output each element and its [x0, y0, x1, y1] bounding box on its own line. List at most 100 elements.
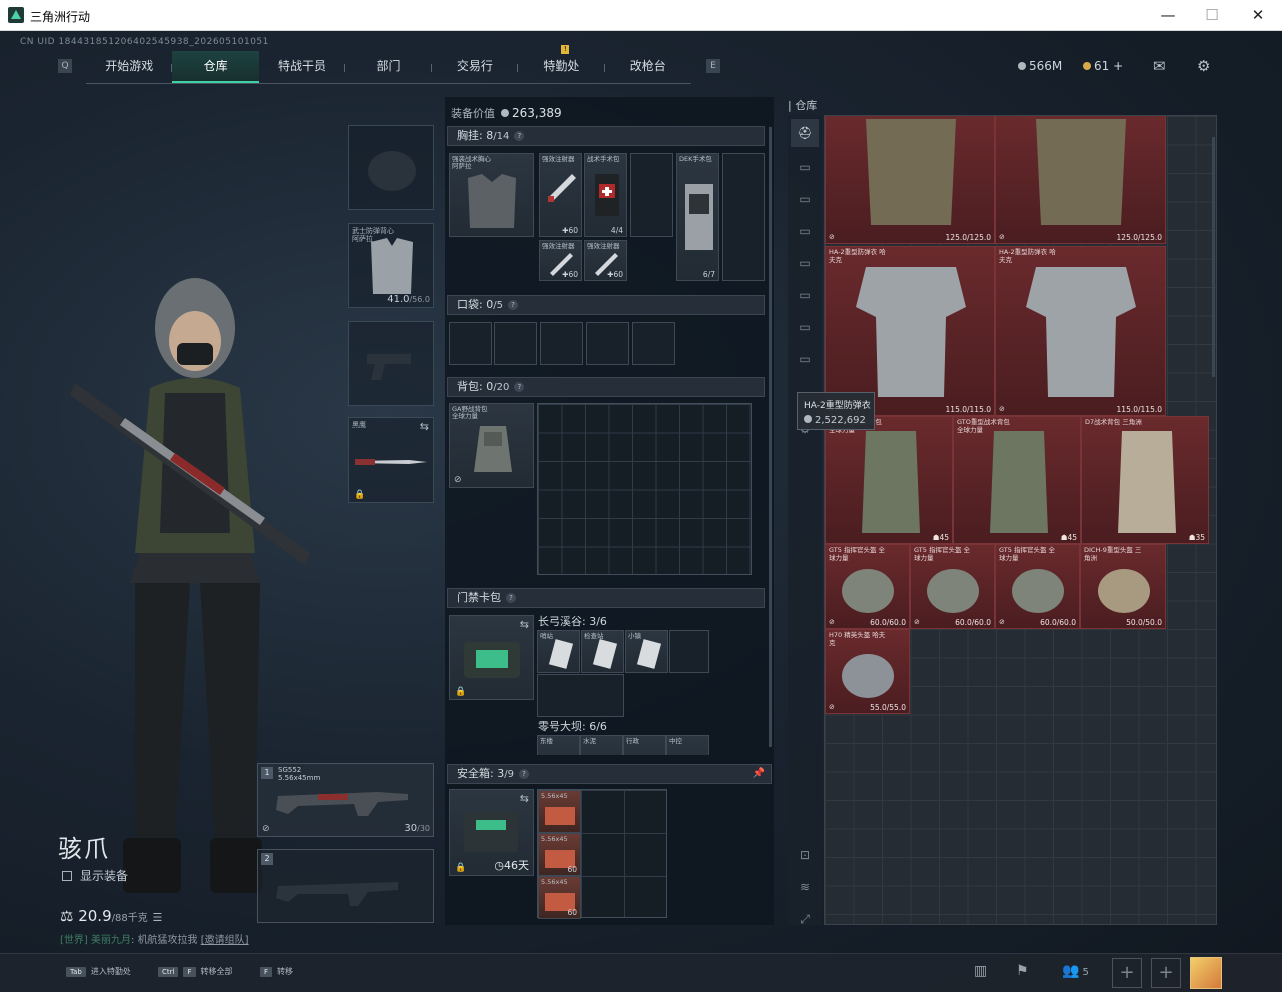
keycard-item[interactable]: 行政	[623, 735, 666, 755]
tab-gunsmith[interactable]: 改枪台	[605, 51, 691, 83]
tab-market[interactable]: 交易行	[432, 51, 519, 83]
keycard-item[interactable]: 中控	[666, 735, 709, 755]
pistol-slot[interactable]	[348, 321, 434, 406]
topup-icon[interactable]: +	[1113, 59, 1123, 73]
add-teammate-button[interactable]: +	[1112, 958, 1142, 988]
hint-transfer[interactable]: F 转移	[260, 966, 293, 977]
tab-category-3[interactable]: ▭	[791, 217, 819, 245]
chest-empty-slot[interactable]	[722, 153, 765, 281]
keycard-item[interactable]: 东楼	[537, 735, 580, 755]
pocket-slot[interactable]	[586, 322, 629, 365]
minimize-button[interactable]: —	[1148, 4, 1188, 26]
checkbox-icon[interactable]	[62, 871, 72, 881]
hint-transfer-all[interactable]: Ctrl F 转移全部	[158, 966, 233, 977]
pocket-slot[interactable]	[632, 322, 675, 365]
ammo-item[interactable]: 5.56x45 60	[538, 876, 581, 919]
gold-currency[interactable]: 61 +	[1083, 59, 1123, 73]
secondary-weapon-slot[interactable]: 2	[257, 849, 434, 923]
warehouse-item[interactable]: DICH-9重型头盔 三角洲 50.0/50.0	[1080, 544, 1166, 629]
tab-all-items[interactable]: ⛑	[791, 119, 819, 147]
warehouse-item[interactable]: GT5 指挥官头盔 全球力量 60.0/60.0 ⊘	[995, 544, 1080, 629]
hint-enter-special-ops[interactable]: Tab 进入特勤处	[66, 966, 131, 977]
keycard-empty-slot[interactable]	[537, 674, 624, 717]
tab-department[interactable]: 部门	[345, 51, 432, 83]
help-icon[interactable]: ?	[514, 382, 525, 392]
chest-rig-item[interactable]: 强袭战术胸心 阿萨拉	[449, 153, 534, 237]
warehouse-item[interactable]: GT5 指挥官头盔 全球力量 60.0/60.0 ⊘	[910, 544, 995, 629]
injector-item-2[interactable]: 强效注射器 ✚60	[539, 240, 582, 281]
mail-icon[interactable]: ✉	[1153, 57, 1166, 75]
swap-icon[interactable]: ⇆	[520, 618, 529, 631]
maximize-button[interactable]: ☐	[1192, 4, 1232, 26]
warehouse-item[interactable]: GTO重型战术背包 全球力量☗45	[953, 416, 1081, 544]
loadout-scrollbar[interactable]	[769, 127, 772, 747]
tab-start-game[interactable]: 开始游戏	[86, 51, 173, 83]
backpack-grid[interactable]	[537, 403, 752, 575]
warehouse-item[interactable]: 125.0/125.0 ⊘	[995, 116, 1166, 244]
keycard-item[interactable]: 小镇	[625, 630, 668, 673]
tab-category-7[interactable]: ▭	[791, 345, 819, 373]
injector-item-1[interactable]: 强效注射器 ✚60	[539, 153, 582, 237]
keycard-item[interactable]: 水泥	[580, 735, 623, 755]
pocket-slot[interactable]	[494, 322, 537, 365]
tab-warehouse[interactable]: 仓库	[172, 51, 259, 83]
warehouse-item[interactable]: 125.0/125.0 ⊘	[825, 116, 995, 244]
add-teammate-button[interactable]: +	[1151, 958, 1181, 988]
safebox-item[interactable]: ⇆ 🔒 ◷46天	[449, 789, 534, 876]
pocket-slot[interactable]	[449, 322, 492, 365]
tab-category-1[interactable]: ▭	[791, 153, 819, 181]
warehouse-item[interactable]: D7战术背包 三角洲 ☗35	[1081, 416, 1209, 544]
tab-operators[interactable]: 特战干员	[259, 51, 346, 83]
stats-icon[interactable]: ▥	[974, 963, 987, 979]
help-icon[interactable]: ?	[518, 769, 529, 779]
settings-icon[interactable]: ⚙	[1197, 57, 1210, 75]
swap-icon[interactable]: ⇆	[520, 792, 529, 805]
nav-next-key[interactable]: E	[706, 59, 720, 73]
melee-slot[interactable]: 黑鹰 ⇆ 🔒	[348, 417, 434, 503]
help-icon[interactable]: ?	[506, 593, 516, 603]
warehouse-item[interactable]: HA-2重型防弹衣 哈夫克115.0/115.0⊘	[995, 246, 1166, 416]
pin-icon[interactable]: 📌	[753, 765, 765, 783]
helmet-slot[interactable]	[348, 125, 434, 210]
flag-icon[interactable]: ⚑	[1016, 963, 1029, 979]
chat-invite-link[interactable]: [邀请组队]	[201, 935, 249, 946]
nav-prev-key[interactable]: Q	[58, 59, 72, 73]
keycard-item[interactable]: 检查站	[581, 630, 624, 673]
tab-category-4[interactable]: ▭	[791, 249, 819, 277]
warehouse-sort[interactable]: ⊡	[791, 841, 819, 869]
chest-empty-slot[interactable]	[630, 153, 673, 237]
warehouse-item[interactable]: H70 精英头盔 哈夫克 55.0/55.0 ⊘	[825, 629, 910, 714]
armor-slot[interactable]: 武士防弹背心 阿萨拉 41.0/56.0	[348, 223, 434, 308]
chat-user[interactable]: 美丽九月	[91, 935, 131, 946]
medkit-item[interactable]: 战术手术包 4/4	[584, 153, 627, 237]
injector-item-3[interactable]: 强效注射器 ✚60	[584, 240, 627, 281]
list-icon[interactable]: ☰	[153, 911, 163, 924]
show-equipment-toggle[interactable]: 显示装备	[62, 867, 128, 884]
tab-special-ops[interactable]: ! 特勤处	[518, 45, 605, 83]
backpack-item[interactable]: GA野战背包 全球力量 ⊘	[449, 403, 534, 488]
warehouse-stack[interactable]: ≋	[791, 873, 819, 901]
pocket-slot[interactable]	[540, 322, 583, 365]
ammo-item[interactable]: 5.56x45	[538, 790, 581, 833]
warehouse-expand[interactable]: ⤢	[791, 905, 819, 933]
ammo-item[interactable]: 5.56x45 60	[538, 833, 581, 876]
swap-icon[interactable]: ⇆	[420, 420, 429, 433]
close-button[interactable]: ✕	[1238, 4, 1278, 26]
tab-category-6[interactable]: ▭	[791, 313, 819, 341]
primary-weapon-slot[interactable]: 1 SG552 5.56x45mm ⊘ 30/30	[257, 763, 434, 837]
help-icon[interactable]: ?	[507, 300, 518, 310]
avatar[interactable]	[1190, 957, 1222, 989]
help-icon[interactable]: ?	[514, 131, 525, 141]
warehouse-scrollbar[interactable]	[1212, 137, 1215, 377]
keycard-item[interactable]: 哨站	[537, 630, 580, 673]
warehouse-item[interactable]: GT5 指挥官头盔 全球力量 60.0/60.0 ⊘	[825, 544, 910, 629]
keycard-case-item[interactable]: ⇆ 🔒	[449, 615, 534, 700]
tab-category-2[interactable]: ▭	[791, 185, 819, 213]
surgery-kit-item[interactable]: DEK手术包 6/7	[676, 153, 719, 281]
warehouse-item[interactable]: HA-2重型防弹衣 哈夫克115.0/115.0⊘	[825, 246, 995, 416]
keycard-empty-slot[interactable]	[669, 630, 709, 673]
warehouse-grid[interactable]: 125.0/125.0 ⊘ 125.0/125.0 ⊘ HA-2重型防弹衣 哈夫克 1…	[824, 115, 1217, 925]
friends-button[interactable]: 👥 5	[1062, 963, 1089, 979]
tab-category-5[interactable]: ▭	[791, 281, 819, 309]
warehouse-item[interactable]: GTO重型战术背包 全球力量☗45	[825, 416, 953, 544]
